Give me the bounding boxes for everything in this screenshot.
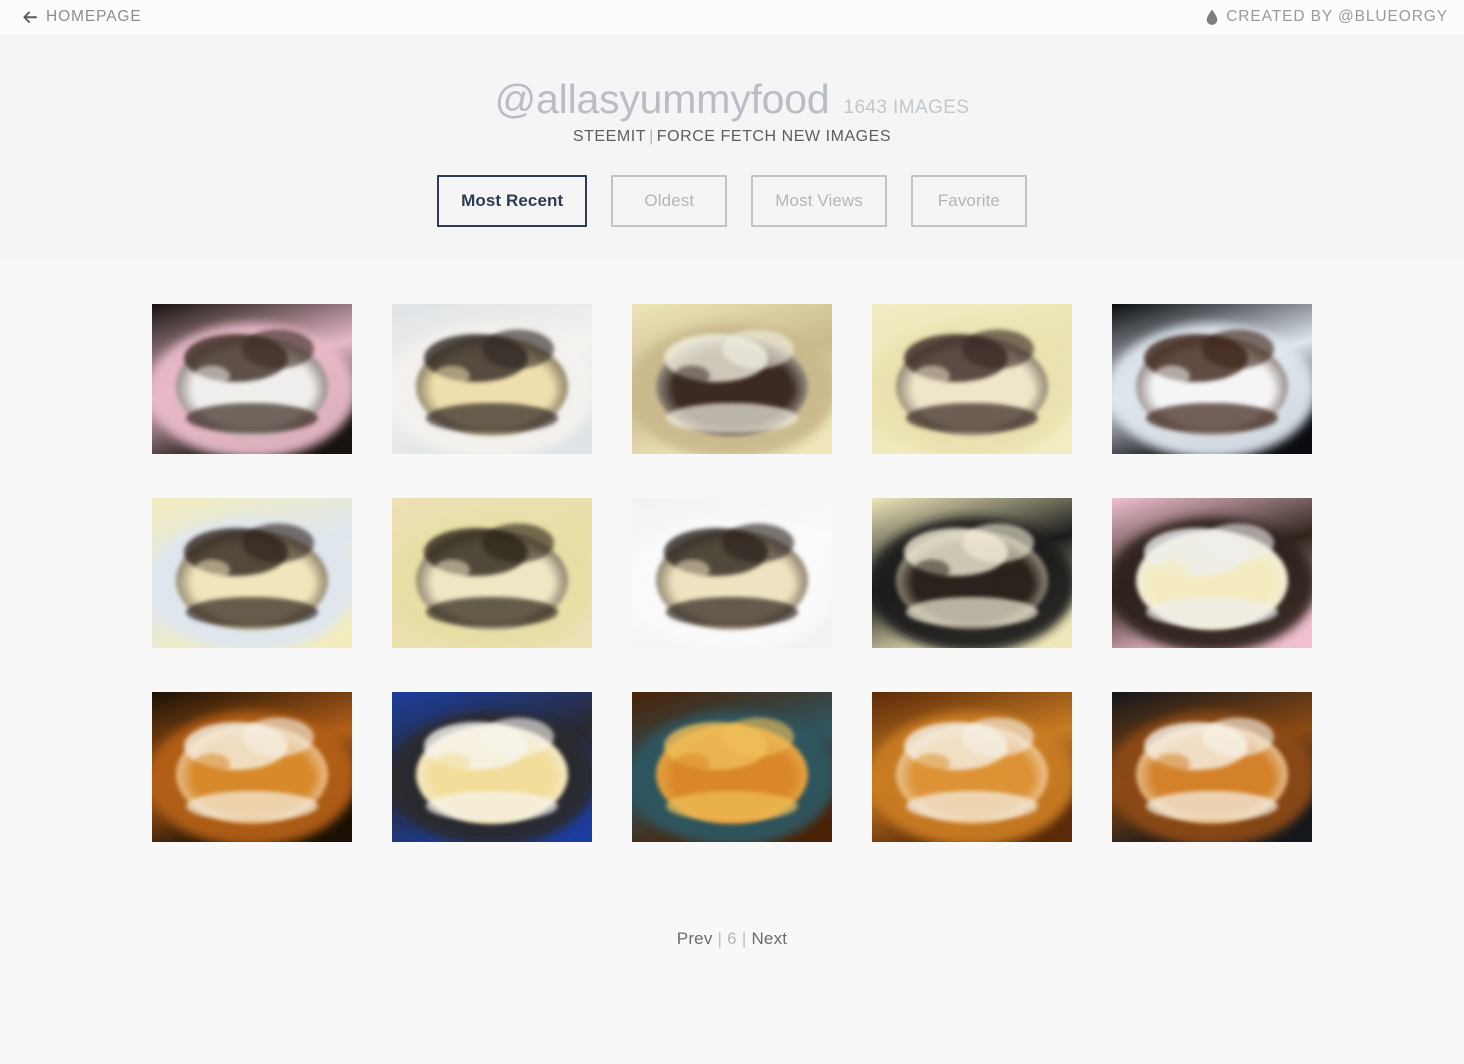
gallery-thumbnail[interactable]: [392, 692, 592, 843]
gallery-thumbnail[interactable]: [392, 304, 592, 455]
pagination-separator-left: |: [717, 929, 723, 949]
page-header: @allasyummyfood 1643 IMAGES STEEMIT | FORC…: [0, 34, 1464, 261]
filter-favorite[interactable]: Favorite: [910, 175, 1027, 228]
gallery-thumbnail[interactable]: [1112, 692, 1312, 843]
filter-oldest[interactable]: Oldest: [611, 175, 728, 228]
pagination-separator-right: |: [741, 929, 747, 949]
top-bar: HOMEPAGE CREATED BY @BLUEORGY: [0, 0, 1464, 34]
gallery-thumbnail[interactable]: [872, 692, 1072, 843]
filter-most-views[interactable]: Most Views: [751, 175, 887, 228]
gallery-thumbnail[interactable]: [152, 692, 352, 843]
prev-page-link[interactable]: Prev: [677, 929, 713, 948]
gallery-thumbnail[interactable]: [152, 498, 352, 649]
gallery-thumbnail[interactable]: [632, 304, 832, 455]
page-title: @allasyummyfood: [494, 76, 830, 122]
homepage-label: HOMEPAGE: [46, 8, 142, 25]
pagination: Prev | 6 | Next: [0, 929, 1464, 949]
gallery-thumbnail[interactable]: [632, 692, 832, 843]
gallery-thumbnail[interactable]: [872, 498, 1072, 649]
image-gallery-grid: [152, 260, 1312, 843]
gallery-thumbnail[interactable]: [392, 498, 592, 649]
gallery-thumbnail[interactable]: [872, 304, 1072, 455]
image-count: 1643 IMAGES: [843, 97, 970, 118]
link-separator: |: [649, 128, 654, 146]
hero-links: STEEMIT | FORCE FETCH NEW IMAGES: [0, 128, 1464, 146]
hero-title-row: @allasyummyfood 1643 IMAGES: [0, 76, 1464, 122]
filter-most-recent[interactable]: Most Recent: [437, 175, 588, 228]
arrow-left-icon: [22, 9, 38, 25]
filter-button-group: Most Recent Oldest Most Views Favorite: [0, 175, 1464, 228]
creator-credit[interactable]: CREATED BY @BLUEORGY: [1206, 8, 1448, 26]
gallery-thumbnail[interactable]: [632, 498, 832, 649]
homepage-link[interactable]: HOMEPAGE: [22, 8, 142, 26]
gallery-thumbnail[interactable]: [152, 304, 352, 455]
creator-label: CREATED BY @BLUEORGY: [1226, 8, 1448, 25]
current-page-number: 6: [727, 929, 737, 949]
gallery-thumbnail[interactable]: [1112, 498, 1312, 649]
gallery-thumbnail[interactable]: [1112, 304, 1312, 455]
force-fetch-link[interactable]: FORCE FETCH NEW IMAGES: [657, 128, 891, 145]
water-drop-icon: [1206, 9, 1218, 25]
next-page-link[interactable]: Next: [751, 929, 787, 948]
steemit-link[interactable]: STEEMIT: [573, 128, 646, 145]
